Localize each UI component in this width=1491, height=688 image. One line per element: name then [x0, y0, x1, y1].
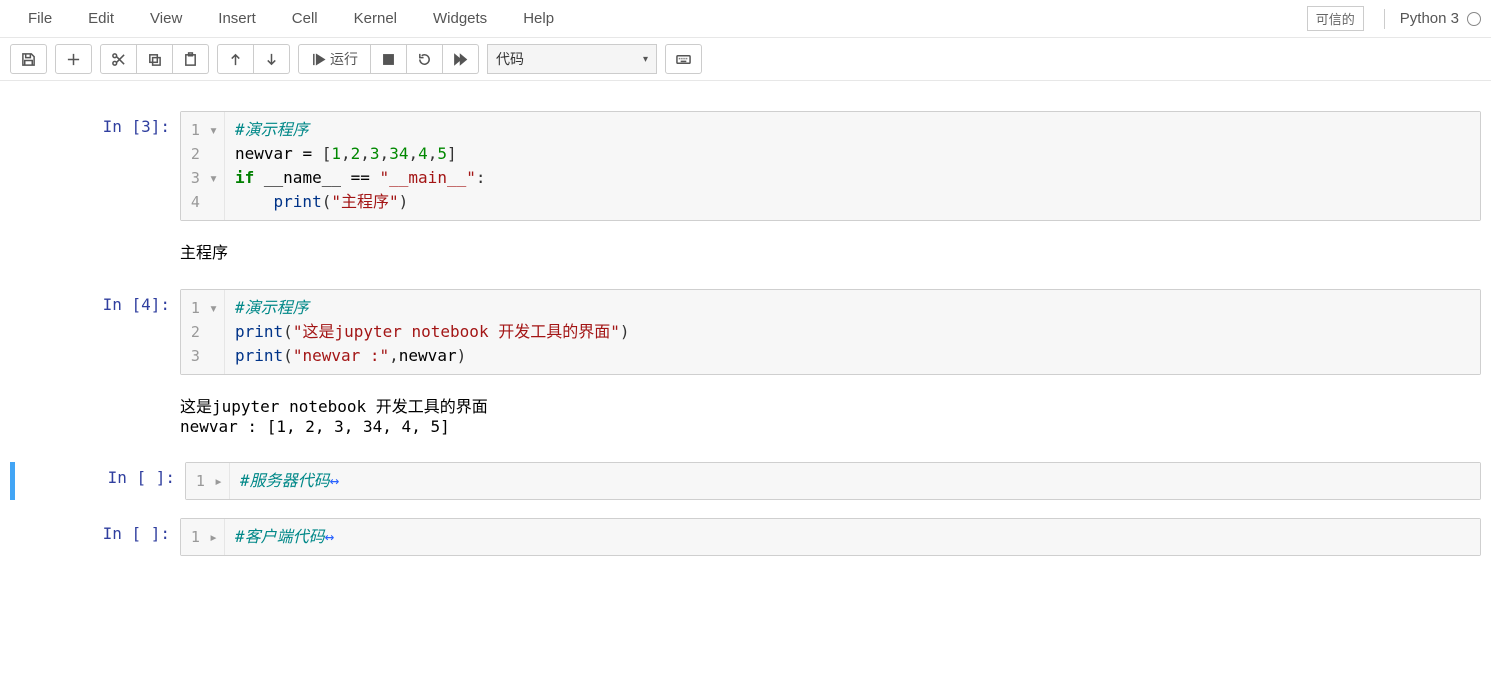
code-cell[interactable]: In [3]:1 ▾2 3 ▾4 #演示程序newvar = [1,2,3,34…	[10, 111, 1481, 221]
kernel-status-icon	[1467, 12, 1481, 26]
arrow-down-icon	[264, 52, 279, 67]
restart-button[interactable]	[407, 44, 443, 74]
command-palette-button[interactable]	[665, 44, 702, 74]
trusted-indicator[interactable]: 可信的	[1307, 6, 1364, 31]
code-editor[interactable]: #服务器代码↔	[230, 463, 1480, 499]
scissors-icon	[111, 52, 126, 67]
run-icon	[311, 52, 326, 67]
code-editor[interactable]: #演示程序newvar = [1,2,3,34,4,5]if __name__ …	[225, 112, 1480, 220]
run-button-label: 运行	[330, 49, 358, 69]
code-cell[interactable]: In [ ]:1 ▸#服务器代码↔	[10, 462, 1481, 500]
menu-widgets[interactable]: Widgets	[415, 4, 505, 33]
keyboard-icon	[676, 52, 691, 67]
input-prompt: In [4]:	[10, 289, 180, 375]
cut-button[interactable]	[100, 44, 137, 74]
input-prompt: In [3]:	[10, 111, 180, 221]
output-row: 主程序	[10, 231, 1481, 271]
input-area[interactable]: 1 ▾2 3 #演示程序print("这是jupyter notebook 开发…	[180, 289, 1481, 375]
arrow-up-icon	[228, 52, 243, 67]
code-editor[interactable]: #客户端代码↔	[225, 519, 1480, 555]
save-icon	[21, 52, 36, 67]
menu-edit[interactable]: Edit	[70, 4, 132, 33]
restart-icon	[417, 52, 432, 67]
code-editor[interactable]: #演示程序print("这是jupyter notebook 开发工具的界面")…	[225, 290, 1480, 374]
code-cell[interactable]: In [4]:1 ▾2 3 #演示程序print("这是jupyter note…	[10, 289, 1481, 375]
fast-forward-icon	[453, 52, 468, 67]
paste-icon	[183, 52, 198, 67]
move-down-button[interactable]	[254, 44, 290, 74]
plus-icon	[66, 52, 81, 67]
line-gutter: 1 ▾2 3	[181, 290, 225, 374]
menu-file[interactable]: File	[10, 4, 70, 33]
input-prompt: In [ ]:	[10, 518, 180, 556]
output-text: 主程序	[180, 231, 228, 271]
menu-view[interactable]: View	[132, 4, 200, 33]
toolbar: 运行 代码	[0, 38, 1491, 81]
notebook-container: 一个cell是一个程序In [3]:1 ▾2 3 ▾4 #演示程序newvar …	[0, 81, 1491, 584]
kernel-name: Python 3	[1400, 10, 1459, 27]
add-cell-button[interactable]	[55, 44, 92, 74]
output-row: 这是jupyter notebook 开发工具的界面 newvar : [1, …	[10, 385, 1481, 444]
restart-run-all-button[interactable]	[443, 44, 479, 74]
line-gutter: 1 ▾2 3 ▾4	[181, 112, 225, 220]
menu-cell[interactable]: Cell	[274, 4, 336, 33]
menu-kernel[interactable]: Kernel	[336, 4, 415, 33]
input-prompt: In [ ]:	[15, 462, 185, 500]
celltype-dropdown[interactable]: 代码	[487, 44, 657, 74]
run-button[interactable]: 运行	[298, 44, 371, 74]
stop-icon	[381, 52, 396, 67]
menubar: File Edit View Insert Cell Kernel Widget…	[0, 0, 1491, 38]
line-gutter: 1 ▸	[186, 463, 230, 499]
output-text: 这是jupyter notebook 开发工具的界面 newvar : [1, …	[180, 385, 488, 444]
input-area[interactable]: 1 ▾2 3 ▾4 #演示程序newvar = [1,2,3,34,4,5]if…	[180, 111, 1481, 221]
move-up-button[interactable]	[217, 44, 254, 74]
input-area[interactable]: 1 ▸#客户端代码↔	[180, 518, 1481, 556]
interrupt-button[interactable]	[371, 44, 407, 74]
copy-button[interactable]	[137, 44, 173, 74]
output-prompt	[10, 385, 180, 444]
line-gutter: 1 ▸	[181, 519, 225, 555]
output-prompt	[10, 231, 180, 271]
input-area[interactable]: 1 ▸#服务器代码↔	[185, 462, 1481, 500]
menu-help[interactable]: Help	[505, 4, 572, 33]
paste-button[interactable]	[173, 44, 209, 74]
code-cell[interactable]: In [ ]:1 ▸#客户端代码↔	[10, 518, 1481, 556]
menu-insert[interactable]: Insert	[200, 4, 274, 33]
copy-icon	[147, 52, 162, 67]
save-button[interactable]	[10, 44, 47, 74]
celltype-selected: 代码	[496, 49, 524, 69]
